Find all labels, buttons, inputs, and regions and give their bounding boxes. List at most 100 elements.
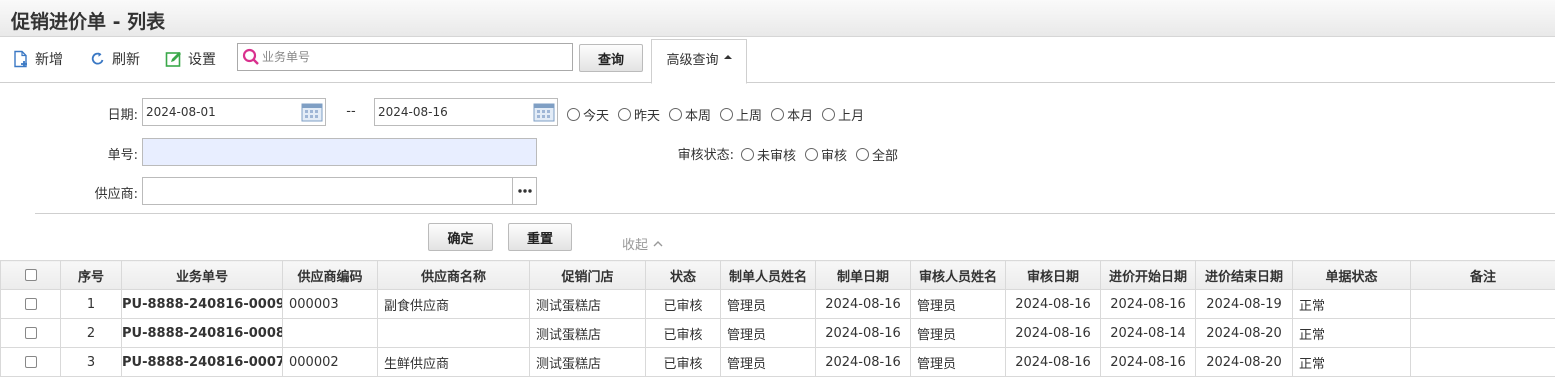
radio-circle-icon — [805, 148, 819, 161]
cell-doc-no-link[interactable]: PU-8888-240816-0009 — [121, 289, 283, 319]
cell-create-date: 2024-08-16 — [815, 318, 911, 348]
cell-create-date: 2024-08-16 — [815, 289, 911, 319]
calendar-icon[interactable] — [300, 101, 324, 123]
column-header[interactable]: 审核日期 — [1005, 260, 1101, 290]
collapse-toggle[interactable]: 收起 — [622, 234, 663, 253]
cell-seq: 2 — [60, 318, 122, 348]
cell-end-date: 2024-08-20 — [1195, 347, 1293, 377]
query-button[interactable]: 查询 — [579, 44, 643, 72]
column-header[interactable]: 供应商编码 — [282, 260, 378, 290]
table-row[interactable]: 3 PU-8888-240816-0007 000002 生鲜供应商 测试蛋糕店… — [0, 347, 1555, 377]
add-button[interactable]: 新增 — [12, 48, 63, 70]
cell-audit-date: 2024-08-16 — [1005, 318, 1101, 348]
row-checkbox[interactable] — [24, 356, 37, 368]
table-row[interactable]: 2 PU-8888-240816-0008 测试蛋糕店 已审核 管理员 2024… — [0, 318, 1555, 348]
row-select-cell[interactable] — [0, 318, 61, 348]
cell-supplier-name: 副食供应商 — [377, 289, 530, 319]
cell-doc-no-link[interactable]: PU-8888-240816-0008 — [121, 318, 283, 348]
cell-seq: 3 — [60, 347, 122, 377]
reset-button[interactable]: 重置 — [508, 223, 572, 251]
cell-store: 测试蛋糕店 — [529, 347, 646, 377]
date-separator: -- — [346, 104, 356, 119]
table-row[interactable]: 1 PU-8888-240816-0009 000003 副食供应商 测试蛋糕店… — [0, 289, 1555, 319]
calendar-icon[interactable] — [532, 101, 556, 123]
cell-store: 测试蛋糕店 — [529, 289, 646, 319]
supplier-field[interactable] — [142, 177, 537, 205]
column-header[interactable]: 促销门店 — [529, 260, 646, 290]
cell-status: 已审核 — [645, 318, 721, 348]
column-header[interactable]: 制单人员姓名 — [720, 260, 816, 290]
date-to-field[interactable] — [374, 98, 558, 126]
cell-start-date: 2024-08-16 — [1100, 347, 1196, 377]
column-header[interactable]: 单据状态 — [1292, 260, 1411, 290]
column-header[interactable]: 业务单号 — [121, 260, 283, 290]
search-input[interactable] — [262, 46, 562, 68]
cell-doc-no-link[interactable]: PU-8888-240816-0007 — [121, 347, 283, 377]
doc-no-label: 单号: — [107, 148, 138, 163]
filter-divider — [35, 213, 1555, 214]
column-header[interactable]: 状态 — [645, 260, 721, 290]
cell-seq: 1 — [60, 289, 122, 319]
radio-unaudited[interactable]: 未审核 — [741, 145, 796, 164]
row-select-cell[interactable] — [0, 289, 61, 319]
column-header[interactable]: 备注 — [1410, 260, 1555, 290]
cell-status: 已审核 — [645, 289, 721, 319]
column-header[interactable]: 进价结束日期 — [1195, 260, 1293, 290]
radio-today[interactable]: 今天 — [567, 105, 609, 124]
advanced-query-tab[interactable]: 高级查询 — [651, 39, 747, 84]
radio-circle-icon — [741, 148, 754, 161]
refresh-label: 刷新 — [112, 52, 140, 68]
column-header[interactable]: 序号 — [60, 260, 122, 290]
date-from-input[interactable] — [143, 99, 325, 125]
cell-auditor: 管理员 — [910, 347, 1006, 377]
column-header[interactable]: 供应商名称 — [377, 260, 530, 290]
radio-yesterday[interactable]: 昨天 — [618, 105, 660, 124]
refresh-button[interactable]: 刷新 — [89, 48, 140, 70]
confirm-button[interactable]: 确定 — [428, 223, 493, 251]
doc-no-field[interactable] — [142, 138, 537, 166]
date-to-input[interactable] — [375, 99, 557, 125]
supplier-picker-button[interactable] — [512, 178, 536, 204]
cell-start-date: 2024-08-16 — [1100, 289, 1196, 319]
column-header[interactable]: 进价开始日期 — [1100, 260, 1196, 290]
search-icon — [242, 48, 259, 65]
select-all-checkbox[interactable] — [24, 269, 37, 281]
audit-status-radios: 未审核 审核 全部 — [741, 145, 907, 164]
radio-this-week[interactable]: 本周 — [669, 105, 711, 124]
add-document-icon — [14, 50, 27, 68]
cell-creator: 管理员 — [720, 289, 816, 319]
more-dots-icon — [517, 189, 532, 193]
doc-no-input[interactable] — [143, 139, 536, 165]
radio-circle-icon — [720, 108, 734, 121]
cell-remark — [1410, 347, 1555, 377]
supplier-input[interactable] — [143, 178, 511, 204]
row-select-cell[interactable] — [0, 347, 61, 377]
column-header[interactable]: 审核人员姓名 — [910, 260, 1006, 290]
refresh-icon — [91, 52, 104, 65]
add-label: 新增 — [35, 52, 63, 68]
cell-audit-date: 2024-08-16 — [1005, 347, 1101, 377]
supplier-label: 供应商: — [94, 187, 138, 202]
cell-remark — [1410, 318, 1555, 348]
cell-creator: 管理员 — [720, 347, 816, 377]
search-box[interactable] — [237, 43, 573, 71]
radio-last-week[interactable]: 上周 — [720, 105, 762, 124]
cell-status: 已审核 — [645, 347, 721, 377]
title-bar: 促销进价单 - 列表 — [0, 0, 1555, 37]
radio-circle-icon — [771, 108, 785, 121]
radio-this-month[interactable]: 本月 — [771, 105, 813, 124]
edit-settings-icon — [165, 52, 181, 67]
date-from-field[interactable] — [142, 98, 326, 126]
row-checkbox[interactable] — [24, 327, 37, 339]
page-title: 促销进价单 - 列表 — [11, 11, 166, 33]
collapse-label: 收起 — [622, 238, 649, 253]
cell-audit-date: 2024-08-16 — [1005, 289, 1101, 319]
radio-last-month[interactable]: 上月 — [822, 105, 864, 124]
cell-supplier-name: 生鲜供应商 — [377, 347, 530, 377]
settings-button[interactable]: 设置 — [165, 48, 216, 70]
column-header[interactable]: 制单日期 — [815, 260, 911, 290]
header-select-all[interactable] — [0, 260, 61, 290]
radio-all[interactable]: 全部 — [856, 145, 898, 164]
row-checkbox[interactable] — [24, 298, 37, 310]
radio-audited[interactable]: 审核 — [805, 145, 847, 164]
